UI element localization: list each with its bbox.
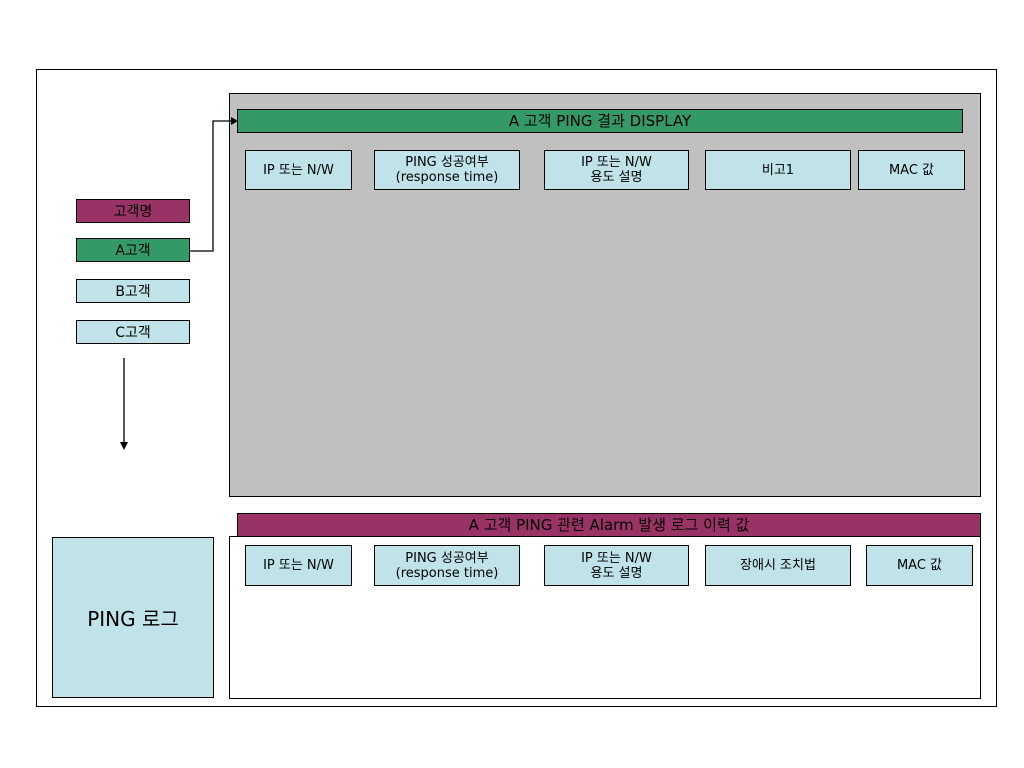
log-col-ip: IP 또는 N/W [245,545,352,586]
arrow-to-result-panel [190,120,234,252]
ping-log-button[interactable]: PING 로그 [52,537,214,698]
log-col-ping-success: PING 성공여부 (response time) [374,545,520,586]
log-col-ip-purpose: IP 또는 N/W 용도 설명 [544,545,689,586]
arrow-head-down [120,442,128,450]
arrow-head-right [231,117,238,125]
alarm-log-title: A 고객 PING 관련 Alarm 발생 로그 이력 값 [237,513,981,537]
log-col-mac: MAC 값 [866,545,973,586]
log-col-action: 장애시 조치법 [705,545,851,586]
